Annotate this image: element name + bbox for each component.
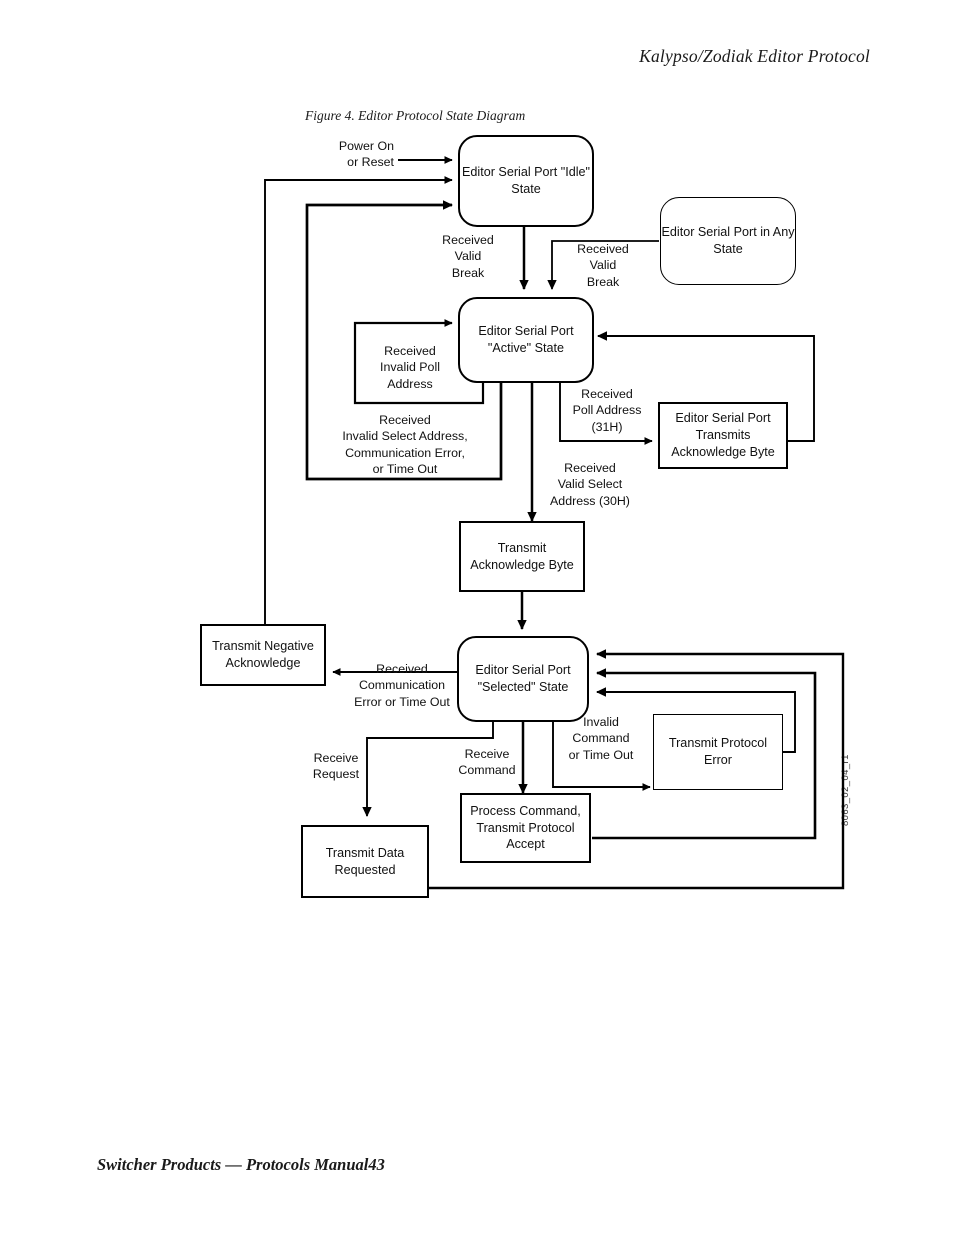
- node-label: Transmit Protocol Error: [668, 736, 768, 767]
- edge-label-received-poll-address-31h: Received Poll Address (31H): [572, 387, 642, 434]
- process-node-transmit-protocol-error[interactable]: Transmit Protocol Error: [653, 714, 783, 790]
- node-label: Editor Serial Port "Selected" State: [475, 663, 571, 694]
- node-label: Process Command, Transmit Protocol Accep…: [470, 803, 581, 852]
- process-node-transmit-data-requested[interactable]: Transmit Data Requested: [301, 825, 429, 898]
- edge-label-received-communication-error: Received Communication Error or Time Out: [354, 662, 450, 709]
- page-header-title: Kalypso/Zodiak Editor Protocol: [639, 46, 870, 66]
- node-label: Editor Serial Port "Idle" State: [462, 165, 590, 196]
- figure-caption: Figure 4. Editor Protocol State Diagram: [305, 108, 526, 123]
- process-node-process-command[interactable]: Process Command, Transmit Protocol Accep…: [460, 793, 591, 863]
- edge-label-invalid-command-or-time-out: Invalid Command or Time Out: [568, 715, 634, 762]
- node-label: Transmit Negative Acknowledge: [212, 639, 314, 670]
- state-node-active[interactable]: Editor Serial Port "Active" State: [458, 297, 594, 383]
- document-page: Kalypso/Zodiak Editor Protocol Switcher …: [0, 0, 954, 1235]
- state-node-selected[interactable]: Editor Serial Port "Selected" State: [457, 636, 589, 722]
- page-footer: Switcher Products — Protocols Manual43: [97, 1155, 385, 1174]
- state-node-idle[interactable]: Editor Serial Port "Idle" State: [458, 135, 594, 227]
- edge-label-receive-request: Receive Request: [312, 751, 360, 782]
- state-node-any-state[interactable]: Editor Serial Port in Any State: [660, 197, 796, 285]
- process-node-transmit-negative-acknowledge[interactable]: Transmit Negative Acknowledge: [200, 624, 326, 686]
- edge-label-received-invalid-poll-address: Received Invalid Poll Address: [380, 344, 440, 391]
- edge-label-received-invalid-select-address: Received Invalid Select Address, Communi…: [342, 413, 468, 477]
- edge-label-received-valid-select-address-30h: Received Valid Select Address (30H): [550, 461, 630, 508]
- process-node-transmit-acknowledge-byte[interactable]: Transmit Acknowledge Byte: [459, 521, 585, 592]
- node-label: Editor Serial Port "Active" State: [478, 324, 574, 355]
- node-label: Editor Serial Port Transmits Acknowledge…: [671, 411, 775, 459]
- edge-label-received-valid-break-idle: Received Valid Break: [442, 233, 494, 280]
- edge-label-receive-command: Receive Command: [458, 747, 516, 778]
- edge-label-received-valid-break-any: Received Valid Break: [577, 242, 629, 289]
- node-label: Transmit Acknowledge Byte: [470, 540, 574, 572]
- node-label: Editor Serial Port in Any State: [661, 225, 795, 256]
- figure-id-code: 8063_02_04_r1: [840, 754, 851, 826]
- process-node-transmits-acknowledge-byte[interactable]: Editor Serial Port Transmits Acknowledge…: [658, 402, 788, 469]
- edge-label-power-on-or-reset: Power On or Reset: [338, 139, 394, 170]
- node-label: Transmit Data Requested: [325, 845, 405, 877]
